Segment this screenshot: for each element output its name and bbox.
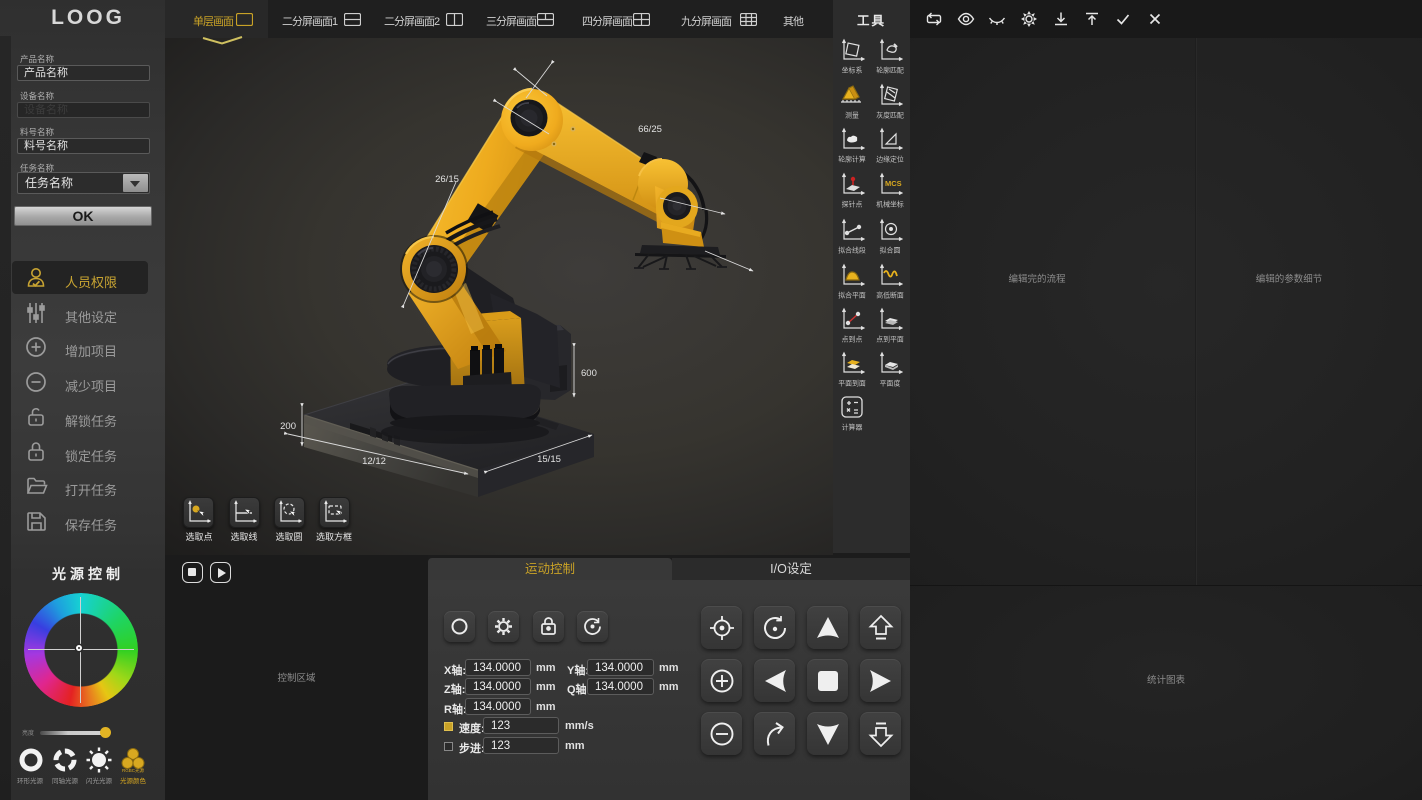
svg-text:66/25: 66/25 xyxy=(638,124,662,135)
svg-text:26/15: 26/15 xyxy=(435,174,459,185)
svg-text:200: 200 xyxy=(280,421,296,432)
svg-text:15/15: 15/15 xyxy=(537,454,561,465)
svg-text:12/12: 12/12 xyxy=(362,456,386,467)
svg-text:RGBC光源: RGBC光源 xyxy=(122,767,145,774)
svg-text:600: 600 xyxy=(581,368,597,379)
svg-text:MCS: MCS xyxy=(885,179,902,188)
